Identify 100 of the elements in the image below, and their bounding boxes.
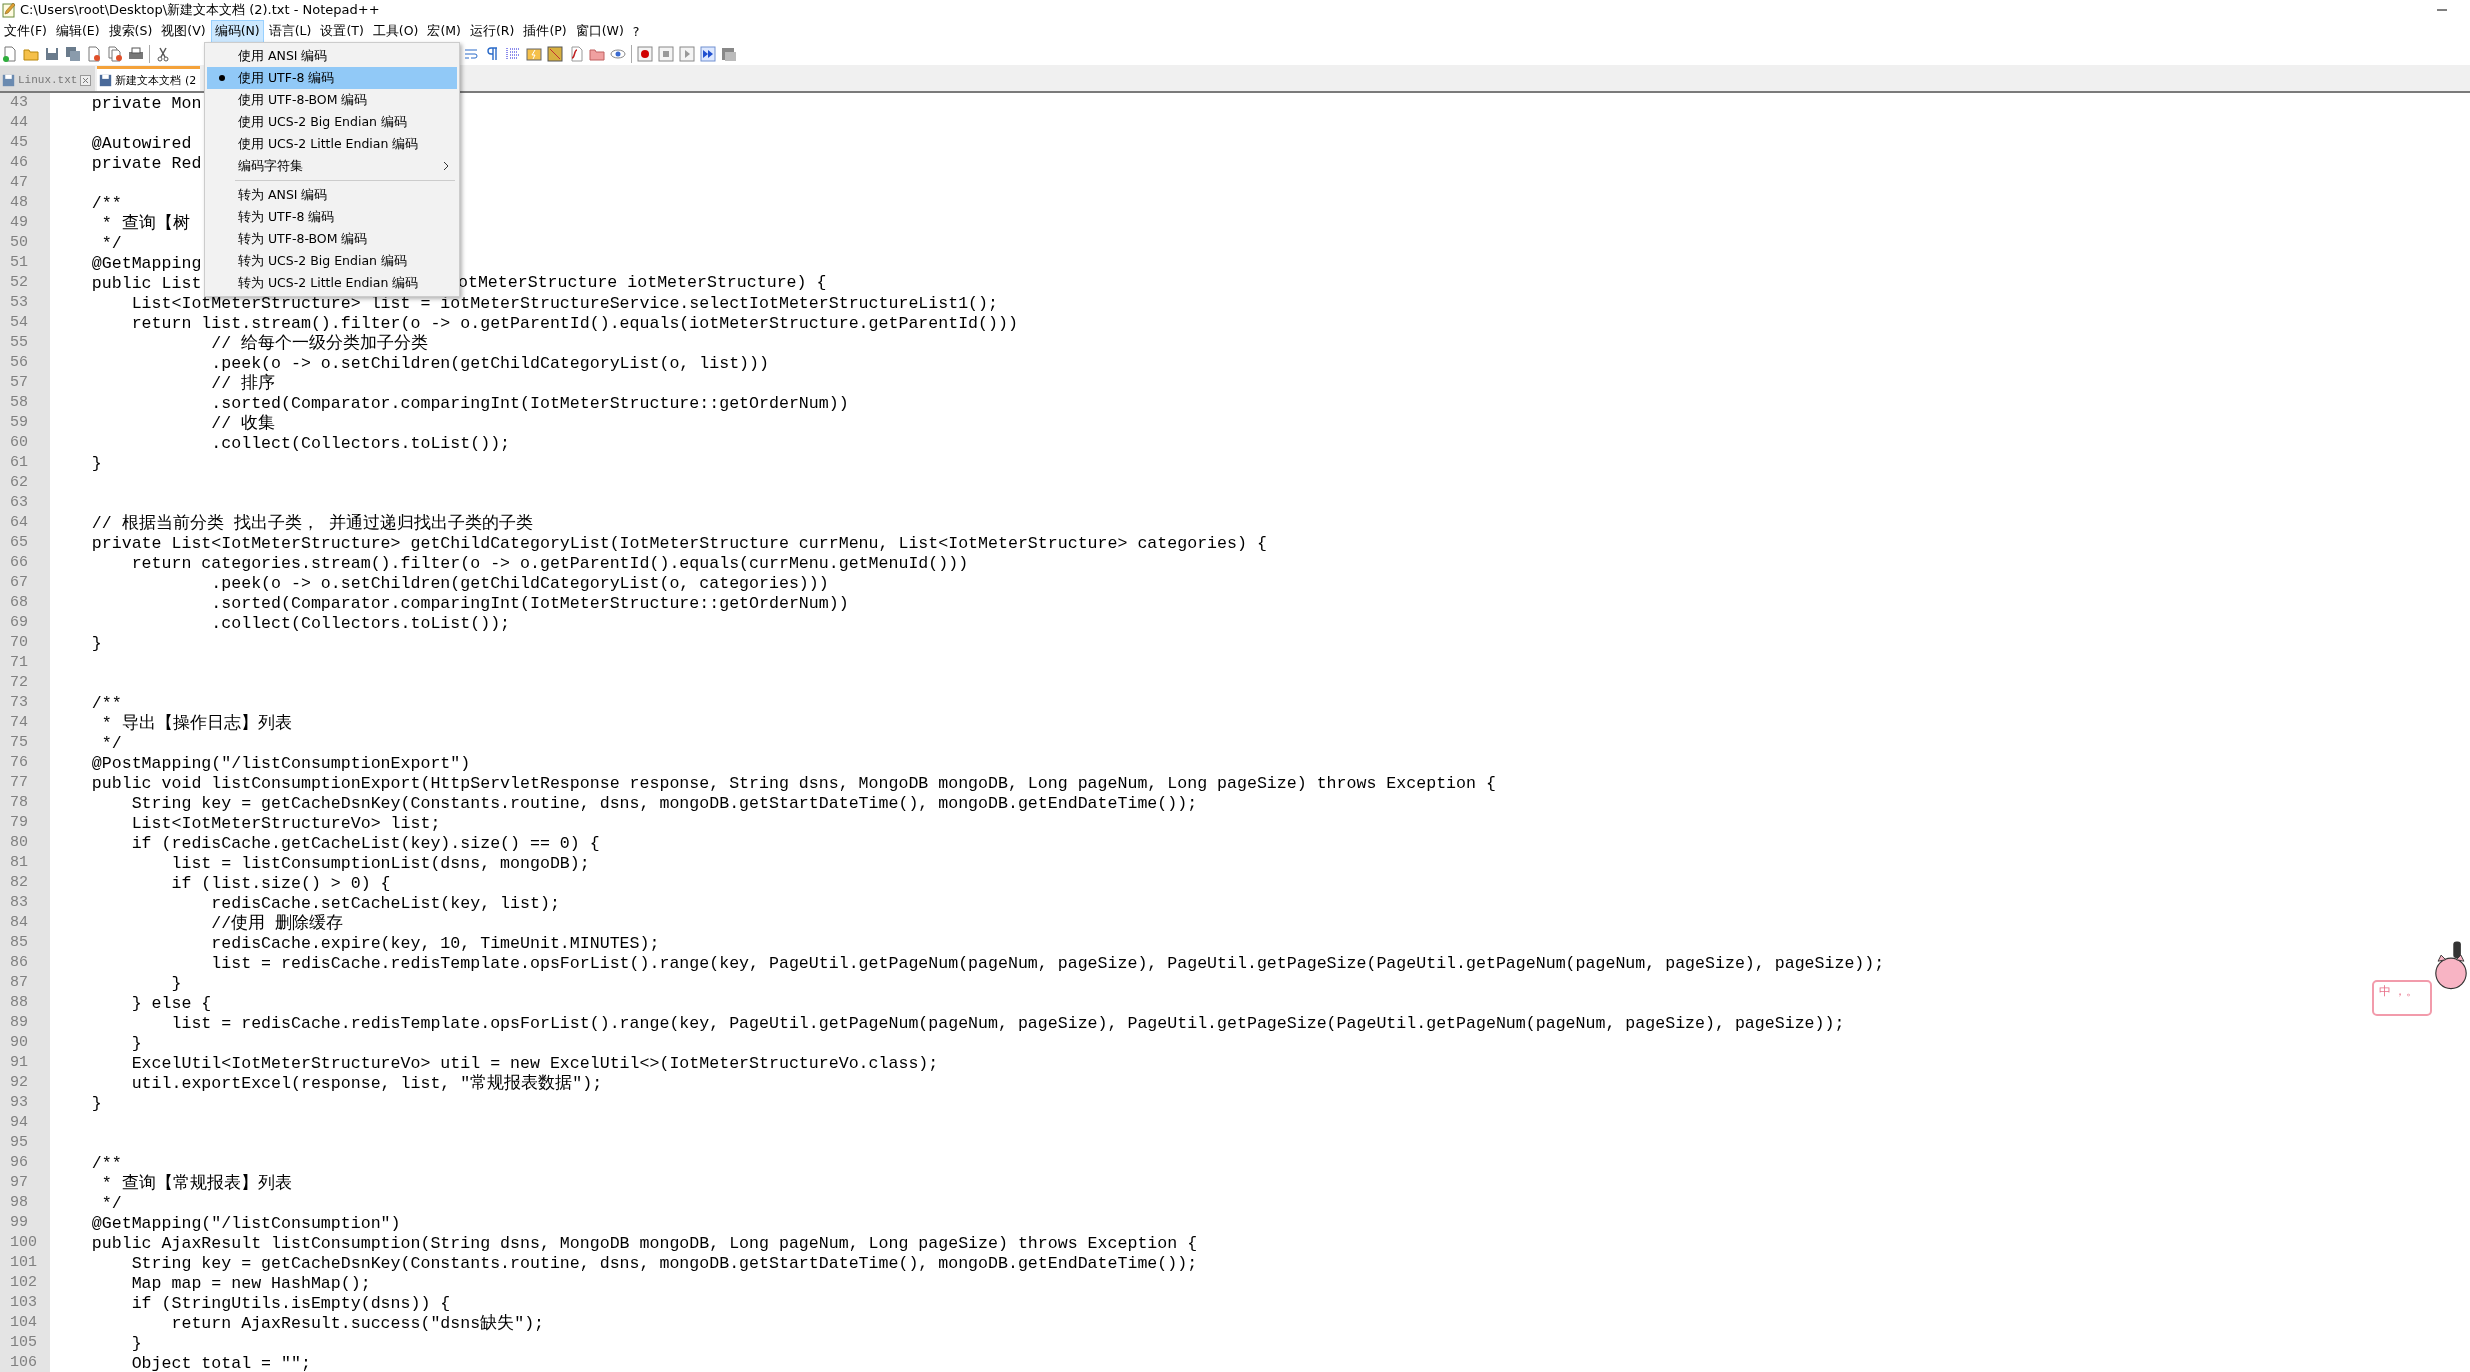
- menu-item[interactable]: 搜索(S): [104, 19, 157, 43]
- line-number: 72: [0, 673, 50, 693]
- code-line: */: [100, 734, 122, 753]
- line-number: 77: [0, 773, 50, 793]
- code-line: */: [100, 234, 122, 253]
- menu-item[interactable]: 工具(O): [368, 19, 423, 43]
- code-line: @Autowired: [90, 134, 192, 153]
- line-number: 74: [0, 713, 50, 733]
- line-number: 98: [0, 1193, 50, 1213]
- code-line: redisCache.setCacheList(key, list);: [210, 894, 560, 913]
- line-number: 49: [0, 213, 50, 233]
- line-number: 73: [0, 693, 50, 713]
- code-line: @PostMapping("/listConsumptionExport"): [90, 754, 471, 773]
- menu-item[interactable]: 窗口(W): [571, 19, 628, 43]
- line-number: 54: [0, 313, 50, 333]
- line-number: 90: [0, 1033, 50, 1053]
- code-line: }: [90, 634, 102, 653]
- menu-option[interactable]: 转为 UCS-2 Big Endian 编码: [207, 250, 457, 272]
- menu-item[interactable]: 编辑(E): [51, 19, 104, 43]
- menu-item[interactable]: 插件(P): [519, 19, 571, 43]
- menu-option[interactable]: 使用 UTF-8-BOM 编码: [207, 89, 457, 111]
- code-line: Map map = new HashMap();: [130, 1274, 371, 1293]
- menu-option[interactable]: 转为 UTF-8 编码: [207, 206, 457, 228]
- line-number: 84: [0, 913, 50, 933]
- line-number: 68: [0, 593, 50, 613]
- line-number: 83: [0, 893, 50, 913]
- line-number: 105: [0, 1333, 50, 1353]
- code-line: list = listConsumptionList(dsns, mongoDB);: [170, 854, 590, 873]
- line-number: 70: [0, 633, 50, 653]
- line-number: 89: [0, 1013, 50, 1033]
- line-number: 67: [0, 573, 50, 593]
- code-line: if (list.size() > 0) {: [170, 874, 391, 893]
- line-number: 91: [0, 1053, 50, 1073]
- code-line: String key = getCacheDsnKey(Constants.routine, dsns, mongoDB.getStartDateTime(), mongoDB.getEndDateTime());: [130, 794, 1198, 813]
- code-line: list = redisCache.redisTemplate.opsForList().range(key, PageUtil.getPageNum(pageNum, pageSize), PageUtil.getPageSize(PageUtil.getPageNum(pageNum, pageSize), pageSize));: [210, 954, 1885, 973]
- code-line: }: [90, 454, 102, 473]
- file-tab[interactable]: 新建文本文档 (2: [97, 66, 201, 91]
- code-line: private List<IotMeterStructure> getChildCategoryList(IotMeterStructure currMenu, List<IotMeterStructure> categories) {: [90, 534, 1267, 553]
- code-line: */: [100, 1194, 122, 1213]
- line-number: 85: [0, 933, 50, 953]
- menu-option[interactable]: 使用 UCS-2 Little Endian 编码: [207, 133, 457, 155]
- code-line: * 查询【常规报表】列表: [100, 1174, 292, 1193]
- menu-item[interactable]: 编码(N): [210, 19, 264, 43]
- line-number: 65: [0, 533, 50, 553]
- code-line: } else {: [130, 994, 212, 1013]
- code-line: }: [170, 974, 182, 993]
- line-number: 82: [0, 873, 50, 893]
- code-line: /**: [90, 694, 122, 713]
- code-line: //使用 删除缓存: [210, 914, 344, 933]
- line-number: 56: [0, 353, 50, 373]
- line-number: 60: [0, 433, 50, 453]
- menu-option[interactable]: 使用 UCS-2 Big Endian 编码: [207, 111, 457, 133]
- code-line: public void listConsumptionExport(HttpServletResponse response, String dsns, MongoDB mongoDB, Long pageNum, Long pageSize) throws Exception {: [90, 774, 1496, 793]
- line-number: 62: [0, 473, 50, 493]
- menu-option[interactable]: 转为 ANSI 编码: [207, 184, 457, 206]
- menu-item[interactable]: 视图(V): [157, 19, 210, 43]
- line-number: 78: [0, 793, 50, 813]
- line-number: 43: [0, 93, 50, 113]
- code-line: public List: [90, 274, 202, 293]
- menu-item[interactable]: 文件(F): [0, 19, 51, 43]
- menu-option[interactable]: 使用 ANSI 编码: [207, 45, 457, 67]
- line-number: 63: [0, 493, 50, 513]
- menu-option[interactable]: 转为 UCS-2 Little Endian 编码: [207, 272, 457, 294]
- ime-mode-label: 中: [2379, 984, 2391, 998]
- line-number: 57: [0, 373, 50, 393]
- line-number: 104: [0, 1313, 50, 1333]
- line-number: 79: [0, 813, 50, 833]
- menu-option[interactable]: 使用 UTF-8 编码: [207, 67, 457, 89]
- code-line: @GetMapping("/listConsumption"): [90, 1214, 401, 1233]
- line-number: 51: [0, 253, 50, 273]
- line-number: 46: [0, 153, 50, 173]
- code-line: return list.stream().filter(o -> o.getParentId().equals(iotMeterStructure.getParentId())): [130, 314, 1018, 333]
- code-line: if (redisCache.getCacheList(key).size() == 0) {: [130, 834, 600, 853]
- line-number: 92: [0, 1073, 50, 1093]
- line-number: 76: [0, 753, 50, 773]
- line-number: 66: [0, 553, 50, 573]
- line-number: 61: [0, 453, 50, 473]
- code-line: /**: [90, 194, 122, 213]
- line-number: 50: [0, 233, 50, 253]
- code-line: Object total = "";: [130, 1354, 311, 1372]
- menu-item[interactable]: 运行(R): [466, 19, 519, 43]
- menu-item[interactable]: 语言(L): [264, 19, 316, 43]
- menu-item[interactable]: 设置(T): [316, 19, 368, 43]
- line-number: 102: [0, 1273, 50, 1293]
- menu-item[interactable]: ?: [628, 20, 644, 42]
- line-number: 55: [0, 333, 50, 353]
- menu-item[interactable]: 宏(M): [423, 19, 465, 43]
- window-title: C:\Users\root\Desktop\新建文本文档 (2).txt - Notepad++: [20, 1, 380, 19]
- code-line: ExcelUtil<IotMeterStructureVo> util = new ExcelUtil<>(IotMeterStructureVo.class);: [130, 1054, 939, 1073]
- line-number: 71: [0, 653, 50, 673]
- code-line: util.exportExcel(response, list, "常规报表数据");: [130, 1074, 603, 1093]
- line-number: 103: [0, 1293, 50, 1313]
- line-number: 75: [0, 733, 50, 753]
- code-line: .collect(Collectors.toList());: [210, 614, 511, 633]
- punctuation-label: ，。: [2394, 984, 2418, 998]
- code-line: // 排序: [210, 374, 276, 393]
- line-number: 94: [0, 1113, 50, 1133]
- menu-option[interactable]: 转为 UTF-8-BOM 编码: [207, 228, 457, 250]
- code-line: .peek(o -> o.setChildren(getChildCategoryList(o, categories))): [210, 574, 829, 593]
- menu-option[interactable]: 编码字符集: [207, 155, 457, 177]
